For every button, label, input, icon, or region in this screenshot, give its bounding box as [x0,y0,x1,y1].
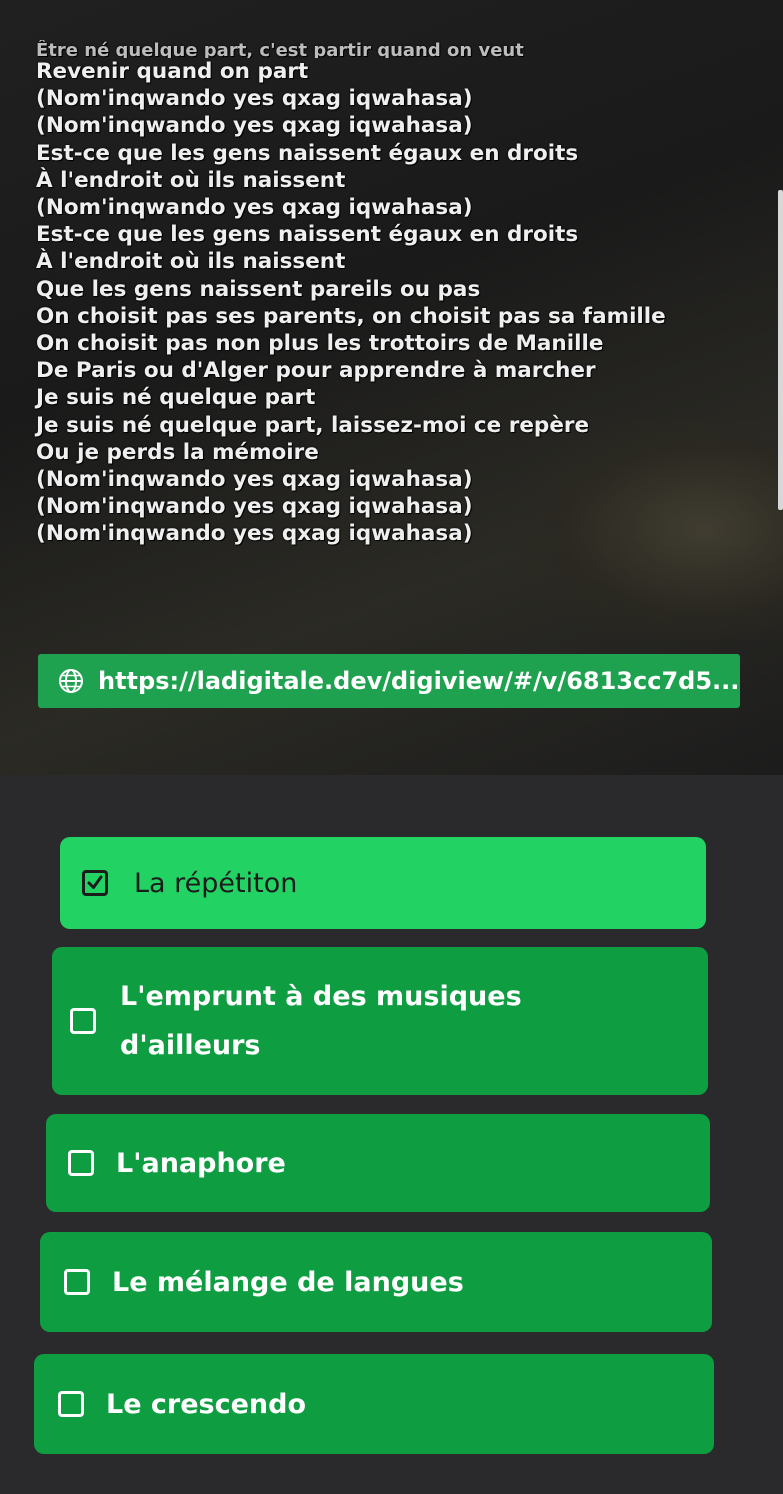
lyric-line: (Nom'inqwando yes qxag iqwahasa) [36,467,473,493]
lyric-line: (Nom'inqwando yes qxag iqwahasa) [36,494,473,520]
lyric-line: On choisit pas ses parents, on choisit p… [36,303,666,329]
option-label: Le crescendo [106,1388,307,1420]
scrollbar[interactable] [778,190,783,510]
lyric-line: Je suis né quelque part [36,385,316,411]
checkbox-icon[interactable] [64,1269,90,1295]
lyric-line: Que les gens naissent pareils ou pas [36,276,481,302]
video-player[interactable]: Être né quelque part, c'est partir quand… [0,0,783,775]
option-crescendo[interactable]: Le crescendo [34,1354,714,1454]
lyric-line: (Nom'inqwando yes qxag iqwahasa) [36,113,473,139]
lyric-line: On choisit pas non plus les trottoirs de… [36,331,604,357]
checkbox-icon[interactable] [58,1391,84,1417]
lyric-line: (Nom'inqwando yes qxag iqwahasa) [36,521,473,547]
lyric-line: À l'endroit où ils naissent [36,249,346,275]
lyric-line: Ou je perds la mémoire [36,439,319,465]
lyric-line: Je suis né quelque part, laissez-moi ce … [36,412,590,438]
option-anaphore[interactable]: L'anaphore [46,1114,710,1212]
checkbox-icon[interactable] [70,1008,96,1034]
lyric-line: Être né quelque part, c'est partir quand… [36,40,524,58]
option-label: La répétiton [134,867,298,899]
lyric-line: (Nom'inqwando yes qxag iqwahasa) [36,86,473,112]
lyric-line: De Paris ou d'Alger pour apprendre à mar… [36,358,596,384]
checkbox-checked-icon[interactable] [82,870,108,896]
lyric-line: Est-ce que les gens naissent égaux en dr… [36,140,579,166]
option-melange[interactable]: Le mélange de langues [40,1232,712,1332]
lyrics-overlay: Être né quelque part, c'est partir quand… [36,40,756,548]
checkbox-icon[interactable] [68,1150,94,1176]
lyric-line: (Nom'inqwando yes qxag iqwahasa) [36,195,473,221]
option-label: Le mélange de langues [112,1266,464,1298]
video-url-link[interactable]: https://ladigitale.dev/digiview/#/v/6813… [38,654,740,708]
option-repetition[interactable]: La répétiton [60,837,706,929]
option-label: L'anaphore [116,1147,286,1179]
lyric-line: À l'endroit où ils naissent [36,167,346,193]
globe-icon [58,668,84,694]
video-url-text: https://ladigitale.dev/digiview/#/v/6813… [98,667,740,695]
lyric-line: Revenir quand on part [36,59,309,84]
option-emprunt[interactable]: L'emprunt à des musiques d'ailleurs [52,947,708,1095]
lyric-line: Est-ce que les gens naissent égaux en dr… [36,222,579,248]
option-label: L'emprunt à des musiques d'ailleurs [120,981,522,1061]
